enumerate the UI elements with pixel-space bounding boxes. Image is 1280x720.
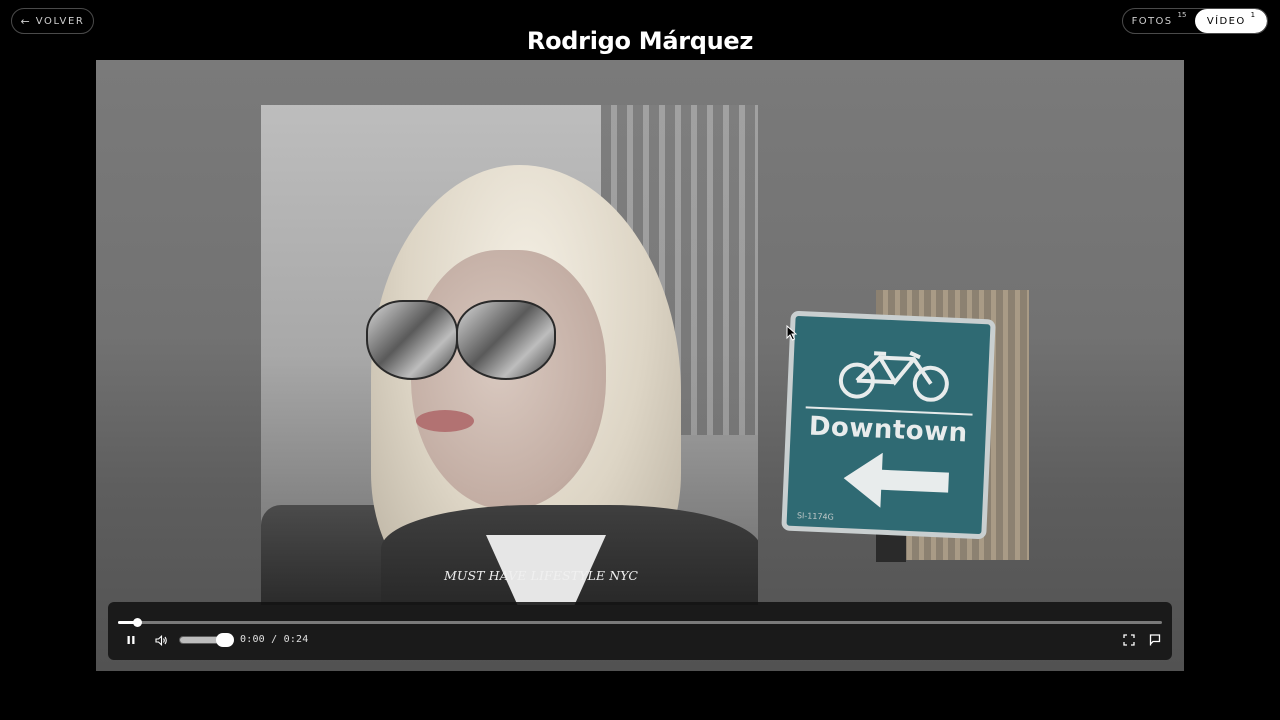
mute-button[interactable] — [155, 633, 171, 647]
video-frame-portrait — [261, 105, 758, 605]
left-arrow-icon — [843, 452, 949, 508]
sign-pole — [876, 534, 906, 562]
tab-video-label: VÍDEO — [1206, 15, 1246, 27]
time-display: 0:00 / 0:24 — [240, 634, 308, 645]
street-sign: Downtown SI-1174G — [781, 310, 996, 540]
time-separator: / — [271, 634, 278, 645]
lips-shape — [416, 410, 474, 432]
media-type-toggle: FOTOS 15 VÍDEO 1 — [1122, 8, 1268, 34]
volume-handle[interactable] — [216, 633, 234, 647]
sunglasses-left-lens — [366, 300, 458, 380]
tab-video-count: 1 — [1250, 11, 1256, 19]
video-controls-bar: 0:00 / 0:24 — [108, 602, 1172, 660]
video-player[interactable]: MUST HAVE LIFESTYLE NYC Downtown SI-1174… — [96, 60, 1184, 671]
fullscreen-button[interactable] — [1123, 633, 1137, 647]
progress-handle[interactable] — [132, 618, 142, 627]
tab-video[interactable]: VÍDEO 1 — [1195, 9, 1267, 33]
current-time: 0:00 — [240, 634, 265, 645]
progress-bar[interactable] — [118, 618, 1162, 627]
feedback-button[interactable] — [1149, 633, 1163, 647]
pause-button[interactable] — [126, 633, 140, 647]
pause-icon — [127, 636, 135, 644]
sign-code: SI-1174G — [796, 511, 835, 522]
bicycle-icon — [838, 351, 949, 402]
duration: 0:24 — [283, 634, 309, 645]
tab-fotos[interactable]: FOTOS 15 — [1123, 9, 1195, 33]
tab-fotos-count: 15 — [1177, 11, 1187, 19]
sign-text: Downtown — [808, 411, 969, 449]
volume-slider[interactable] — [179, 633, 234, 647]
fullscreen-icon — [1123, 634, 1135, 646]
flag-icon — [1149, 634, 1161, 646]
video-caption: MUST HAVE LIFESTYLE NYC — [443, 568, 639, 583]
page-title: Rodrigo Márquez — [526, 27, 754, 55]
mouse-cursor-icon — [786, 325, 797, 341]
sunglasses-right-lens — [456, 300, 556, 380]
back-arrow-icon: ← — [20, 14, 30, 28]
back-button-label: VOLVER — [35, 15, 85, 27]
face-shape — [411, 250, 606, 510]
tab-fotos-label: FOTOS — [1131, 15, 1173, 27]
speaker-icon — [155, 634, 167, 646]
